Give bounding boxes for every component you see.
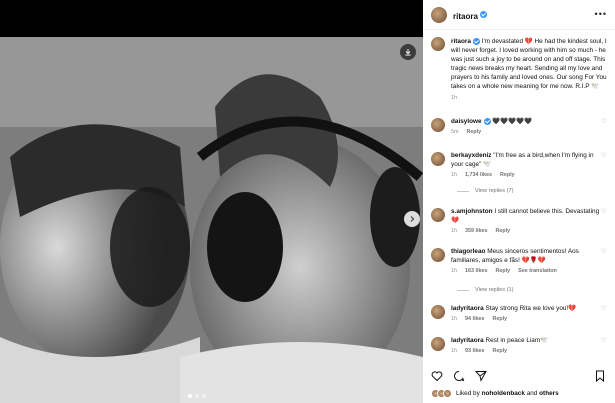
comment-icon[interactable] [453, 370, 465, 382]
commenter-avatar[interactable] [431, 305, 445, 319]
reply-button[interactable]: Reply [495, 228, 510, 234]
comment-text: 🖤🖤🖤🖤🖤 [492, 118, 533, 125]
author-username-text[interactable]: ritaora [453, 12, 478, 21]
comment-time: 1h [451, 172, 457, 178]
carousel-dot [195, 394, 199, 398]
comment-likes[interactable]: 1,734 likes [465, 172, 492, 178]
heart-icon[interactable]: ♡ [601, 153, 607, 159]
commenter-avatar[interactable] [431, 337, 445, 351]
comment-text: Rest in peace Liam🕊️ [485, 337, 549, 344]
caption-username[interactable]: ritaora [451, 38, 471, 45]
post-caption: ritaora I'm devastated 💔 He had the kind… [431, 37, 611, 101]
commenter-avatar[interactable] [431, 118, 445, 132]
author-username[interactable]: ritaora [453, 6, 487, 24]
commenter-avatar[interactable] [431, 208, 445, 222]
view-replies-button[interactable]: View replies (7) [457, 188, 513, 194]
commenter-username[interactable]: thiagorleao [451, 248, 485, 255]
caption-time: 1h [451, 95, 458, 101]
liked-by: Liked by noholdenback and others [431, 389, 559, 398]
verified-badge-icon [479, 10, 487, 18]
heart-icon[interactable]: ♡ [601, 119, 607, 125]
comment-likes[interactable]: 163 likes [465, 268, 487, 274]
comment: ladyritaora Rest in peace Liam🕊️ 1h 93 l… [431, 336, 611, 354]
liked-by-suffix: and [526, 390, 538, 397]
comment-likes[interactable]: 93 likes [465, 348, 484, 354]
comment-likes[interactable]: 359 likes [465, 228, 487, 234]
comment: daisylowe 🖤🖤🖤🖤🖤 5m Reply ♡ [431, 117, 611, 135]
commenter-username[interactable]: ladyritaora [451, 305, 484, 312]
commenter-avatar[interactable] [431, 248, 445, 262]
commenter-username[interactable]: daisylowe [451, 118, 482, 125]
verified-badge-icon [472, 37, 480, 45]
commenter-username[interactable]: s.amjohnston [451, 208, 493, 215]
liked-by-prefix: Liked by [456, 390, 480, 397]
view-replies-button[interactable]: View replies (1) [457, 287, 513, 293]
heart-icon[interactable]: ♡ [601, 249, 607, 255]
reply-button[interactable]: Reply [492, 316, 507, 322]
heart-icon[interactable]: ♡ [601, 338, 607, 344]
post-photo[interactable] [0, 37, 423, 403]
send-icon[interactable] [475, 370, 487, 382]
download-button[interactable] [400, 44, 416, 60]
verified-badge-icon [483, 117, 491, 125]
post-side-panel: ritaora ••• ritaora I'm devastated 💔 He … [423, 0, 615, 403]
bookmark-icon[interactable] [595, 370, 605, 382]
caption-body: ritaora I'm devastated 💔 He had the kind… [451, 37, 611, 91]
commenter-username[interactable]: berkayxdeniz [451, 152, 492, 159]
liked-by-avatars [431, 389, 452, 398]
liked-by-user[interactable]: noholdenback [482, 390, 525, 397]
carousel-dots [188, 394, 206, 398]
download-icon [405, 49, 411, 56]
reply-button[interactable]: Reply [500, 172, 515, 178]
comment-likes[interactable]: 94 likes [465, 316, 484, 322]
photo-illustration [0, 37, 423, 403]
more-horizontal-icon[interactable]: ••• [595, 9, 607, 19]
comment-time: 1h [451, 316, 457, 322]
comment: thiagorleao Meus sinceros sentimentos! A… [431, 247, 611, 274]
heart-icon[interactable]: ♡ [601, 306, 607, 312]
comment: s.amjohnston I still cannot believe this… [431, 207, 611, 234]
reply-button[interactable]: Reply [492, 348, 507, 354]
comment: ladyritaora Stay strong Rita we love you… [431, 304, 611, 322]
post-viewer: ritaora ••• ritaora I'm devastated 💔 He … [0, 0, 615, 403]
reply-button[interactable]: Reply [467, 129, 482, 135]
caption-text: I'm devastated 💔 He had the kindest soul… [451, 38, 607, 90]
carousel-dot [202, 394, 206, 398]
mini-avatar [443, 389, 452, 398]
comment-text: Stay strong Rita we love you!💔 [485, 305, 577, 312]
heart-icon[interactable] [431, 370, 443, 382]
liked-by-others[interactable]: others [539, 390, 559, 397]
heart-icon[interactable]: ♡ [601, 209, 607, 215]
comment-time: 1h [451, 228, 457, 234]
see-translation-button[interactable]: See translation [518, 268, 557, 274]
comment-time: 1h [451, 268, 457, 274]
chevron-right-icon [410, 216, 415, 222]
commenter-avatar[interactable] [431, 152, 445, 166]
reply-button[interactable]: Reply [495, 268, 510, 274]
post-header: ritaora ••• [423, 0, 615, 30]
caption-avatar[interactable] [431, 37, 445, 51]
author-avatar[interactable] [431, 6, 447, 23]
comment-time: 1h [451, 348, 457, 354]
post-actions [431, 370, 487, 382]
comment-time: 5m [451, 129, 459, 135]
carousel-dot [188, 394, 192, 398]
comment: berkayxdeniz "I'm free as a bird,when I'… [431, 151, 611, 178]
commenter-username[interactable]: ladyritaora [451, 337, 484, 344]
next-photo-button[interactable] [404, 211, 420, 227]
